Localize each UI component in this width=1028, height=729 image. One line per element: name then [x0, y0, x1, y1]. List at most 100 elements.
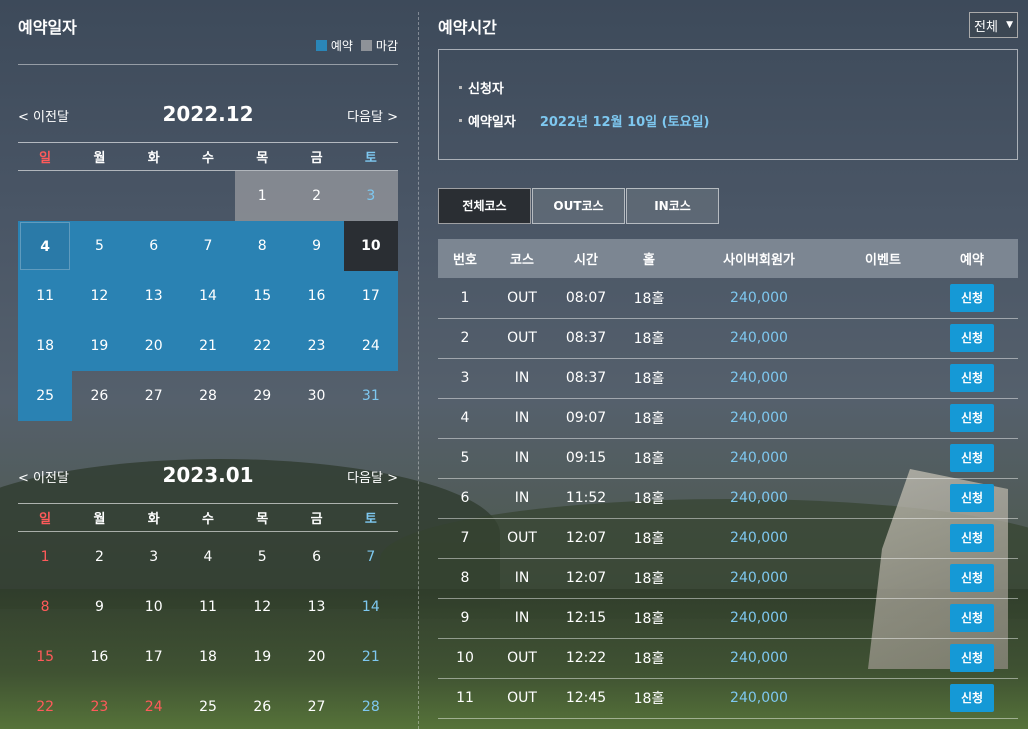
- calendar-day-available[interactable]: 25: [18, 370, 73, 421]
- row-price: 240,000: [678, 678, 840, 719]
- row-reserve-cell: 신청: [926, 398, 1018, 439]
- calendar-day-available[interactable]: 13: [126, 270, 181, 321]
- calendar-week: 1 2 3: [18, 170, 398, 221]
- calendar-day-available[interactable]: 18: [18, 320, 73, 371]
- row-hole: 18홀: [620, 558, 678, 599]
- apply-button[interactable]: 신청: [950, 604, 994, 632]
- weekday-wed: 수: [180, 142, 236, 171]
- calendar-day-available[interactable]: 23: [289, 320, 344, 371]
- table-row: 3 IN 08:37 18홀 240,000 신청: [438, 358, 1018, 399]
- apply-button[interactable]: 신청: [950, 283, 994, 312]
- row-number: 10: [438, 638, 492, 679]
- next-month-link[interactable]: 다음달 >: [347, 106, 398, 125]
- reserve-swatch: [315, 40, 327, 51]
- calendar-day-available[interactable]: 9: [289, 220, 344, 271]
- apply-button[interactable]: 신청: [950, 364, 994, 392]
- row-hole: 18홀: [620, 598, 678, 639]
- calendar-day-available[interactable]: 11: [18, 270, 73, 321]
- row-time: 08:37: [552, 318, 620, 359]
- row-time: 09:15: [552, 438, 620, 479]
- calendar-day-available[interactable]: 22: [235, 320, 290, 371]
- apply-button[interactable]: 신청: [950, 644, 994, 672]
- calendar-day-available[interactable]: 12: [72, 270, 127, 321]
- row-course: OUT: [492, 638, 552, 679]
- weekday-sun: 일: [18, 142, 73, 171]
- calendar-day-available[interactable]: 20: [126, 320, 181, 371]
- row-number: 4: [438, 398, 492, 439]
- apply-button[interactable]: 신청: [950, 484, 994, 512]
- row-time: 12:07: [552, 518, 620, 559]
- row-event: [840, 438, 926, 479]
- tab-in-course[interactable]: IN코스: [626, 188, 719, 224]
- calendar-grid: 일 월 화 수 목 금 토 1 2 3 4 5 6 7 8 9 10 11 12…: [18, 142, 398, 421]
- calendar-day-available[interactable]: 5: [72, 220, 127, 271]
- calendar-day-empty: [181, 171, 235, 221]
- col-course: 코스: [492, 239, 552, 278]
- row-course: IN: [492, 598, 552, 639]
- table-row: 1 OUT 08:07 18홀 240,000 신청: [438, 278, 1018, 319]
- calendar-day-available[interactable]: 19: [72, 320, 127, 371]
- apply-button[interactable]: 신청: [950, 444, 994, 472]
- row-time: 11:52: [552, 478, 620, 519]
- col-price: 사이버회원가: [678, 239, 840, 278]
- row-price: 240,000: [678, 358, 840, 399]
- calendar-day-holiday: 24: [144, 698, 163, 715]
- calendar-day-available[interactable]: 15: [235, 270, 290, 321]
- date-row: 예약일자 2022년 12월 10일 (토요일): [459, 111, 709, 130]
- table-row: 6 IN 11:52 18홀 240,000 신청: [438, 478, 1018, 519]
- apply-button[interactable]: 신청: [950, 684, 994, 712]
- next-month-link[interactable]: 다음달 >: [347, 467, 398, 486]
- row-event: [840, 678, 926, 719]
- row-time: 09:07: [552, 398, 620, 439]
- calendar-grid: 일 월 화 수 목 금 토 1 2 3 4 5 6 7 8 9 10 11 12…: [18, 503, 398, 729]
- calendar-day-today[interactable]: 4: [18, 220, 73, 271]
- apply-button[interactable]: 신청: [950, 404, 994, 432]
- calendar-day: 10: [144, 598, 163, 615]
- calendar-day: 13: [307, 598, 326, 615]
- apply-button[interactable]: 신청: [950, 564, 994, 592]
- calendar-day-available[interactable]: 8: [235, 220, 290, 271]
- row-time: 12:22: [552, 638, 620, 679]
- bullet-icon: [459, 86, 462, 89]
- panel-divider: [418, 12, 419, 729]
- tab-out-course[interactable]: OUT코스: [532, 188, 625, 224]
- row-hole: 18홀: [620, 678, 678, 719]
- calendar-day: 4: [203, 548, 213, 565]
- row-number: 2: [438, 318, 492, 359]
- calendar-day-available[interactable]: 14: [180, 270, 236, 321]
- calendar-month-title: 2022.12: [162, 102, 254, 126]
- calendar-day-available[interactable]: 16: [289, 270, 344, 321]
- calendar-day: 19: [253, 648, 272, 665]
- calendar-week: 22 23 24 25 26 27 28: [18, 682, 398, 729]
- calendar-day-available[interactable]: 17: [343, 270, 398, 321]
- table-row: 8 IN 12:07 18홀 240,000 신청: [438, 558, 1018, 599]
- reservation-info-box: 신청자 예약일자 2022년 12월 10일 (토요일): [438, 49, 1018, 160]
- row-reserve-cell: 신청: [926, 478, 1018, 519]
- calendar-day: 6: [312, 548, 321, 565]
- row-course: IN: [492, 398, 552, 439]
- calendar-day-available[interactable]: 21: [180, 320, 236, 371]
- calendar-day-closed: 3: [343, 170, 398, 221]
- course-filter-select[interactable]: 전체 ▼: [969, 12, 1018, 38]
- calendar-day-selected[interactable]: 10: [343, 220, 398, 271]
- apply-button[interactable]: 신청: [950, 524, 994, 552]
- row-reserve-cell: 신청: [926, 318, 1018, 359]
- calendar-day-available[interactable]: 6: [126, 220, 181, 271]
- apply-button[interactable]: 신청: [950, 324, 994, 352]
- calendar-day: 2: [94, 548, 104, 565]
- row-event: [840, 638, 926, 679]
- tab-all-course[interactable]: 전체코스: [438, 188, 531, 224]
- calendar-day: 26: [90, 387, 109, 404]
- row-hole: 18홀: [620, 358, 678, 399]
- table-row: 9 IN 12:15 18홀 240,000 신청: [438, 598, 1018, 639]
- row-number: 5: [438, 438, 492, 479]
- weekday-header: 일 월 화 수 목 금 토: [18, 142, 398, 171]
- weekday-sat: 토: [343, 142, 398, 171]
- calendar-day: 20: [307, 648, 326, 665]
- row-reserve-cell: 신청: [926, 518, 1018, 559]
- calendar-day: 14: [361, 598, 380, 615]
- calendar-day-available[interactable]: 24: [343, 320, 398, 371]
- row-number: 11: [438, 678, 492, 719]
- table-header: 번호 코스 시간 홀 사이버회원가 이벤트 예약: [438, 239, 1018, 278]
- calendar-day-available[interactable]: 7: [180, 220, 236, 271]
